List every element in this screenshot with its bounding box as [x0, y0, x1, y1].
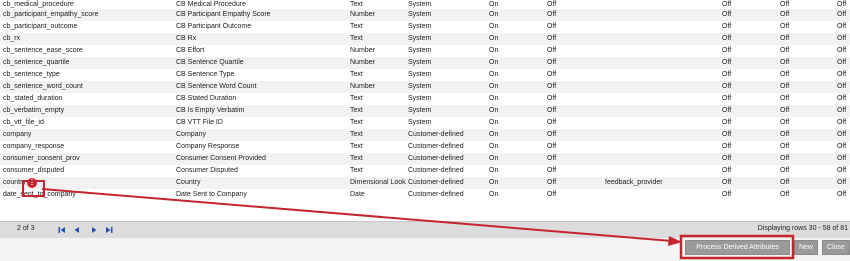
annotation-overlay [22, 180, 795, 260]
highlight-box-process-button [679, 234, 795, 260]
highlight-box-country [22, 180, 45, 197]
annotation-arrow-line [41, 188, 673, 242]
